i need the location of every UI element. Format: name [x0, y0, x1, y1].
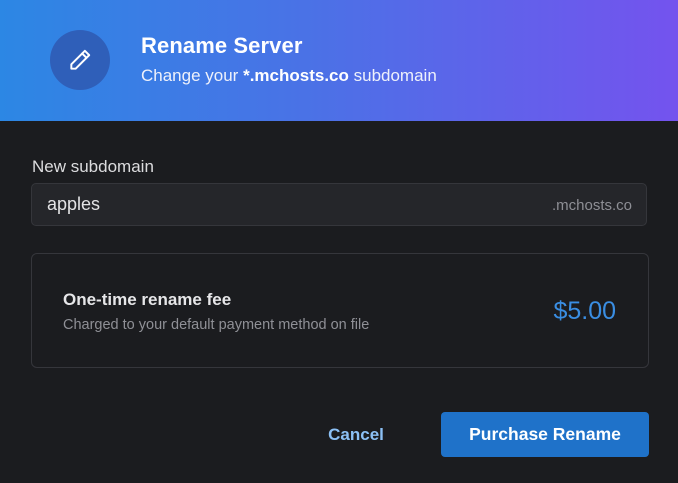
subtitle-suffix: subdomain [348, 66, 437, 85]
subdomain-field[interactable]: .mchosts.co [31, 183, 647, 226]
cancel-button[interactable]: Cancel [310, 414, 402, 456]
fee-amount: $5.00 [553, 297, 616, 325]
dialog-title: Rename Server [141, 33, 303, 58]
subtitle-domain: *.mchosts.co [243, 66, 349, 85]
fee-description: Charged to your default payment method o… [63, 317, 370, 333]
fee-title: One-time rename fee [63, 290, 232, 309]
subdomain-label: New subdomain [32, 157, 154, 176]
subdomain-input[interactable] [47, 184, 527, 225]
domain-suffix: .mchosts.co [551, 197, 632, 214]
purchase-rename-button[interactable]: Purchase Rename [441, 412, 649, 457]
pencil-icon [50, 30, 110, 90]
subtitle-prefix: Change your [141, 66, 244, 85]
dialog-subtitle: Change your *.mchosts.co subdomain [141, 66, 437, 86]
rename-server-dialog: Rename Server Change your *.mchosts.co s… [0, 0, 678, 483]
dialog-header: Rename Server Change your *.mchosts.co s… [0, 0, 678, 121]
fee-panel: One-time rename fee Charged to your defa… [31, 253, 649, 368]
